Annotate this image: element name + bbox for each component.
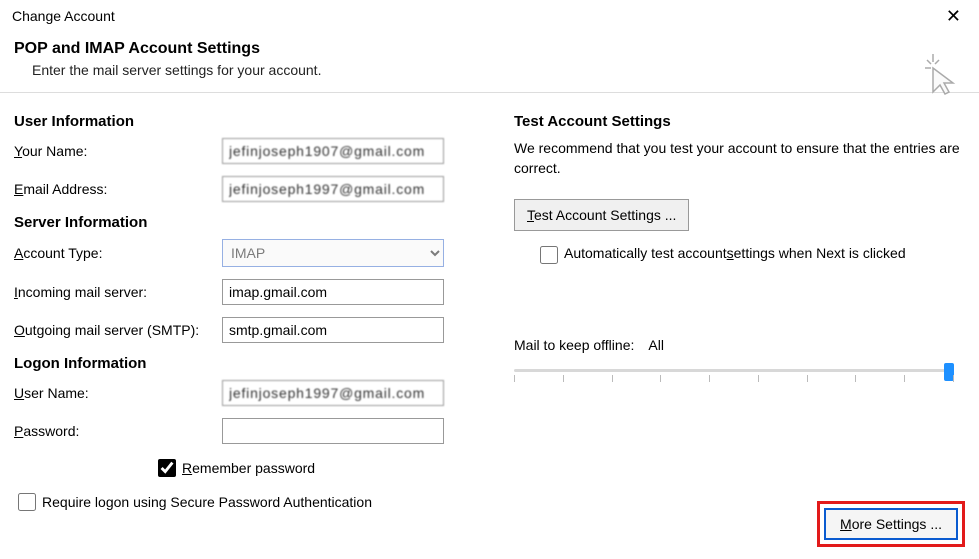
password-field[interactable] — [222, 418, 444, 444]
password-label: Password: — [14, 423, 222, 439]
mail-keep-offline-value: All — [648, 337, 664, 353]
require-spa-checkbox[interactable] — [18, 493, 36, 511]
outgoing-server-field[interactable] — [222, 317, 444, 343]
incoming-server-label: Incoming mail server: — [14, 284, 222, 300]
email-address-label: Email Address: — [14, 181, 222, 197]
server-info-heading: Server Information — [14, 214, 474, 231]
test-account-description: We recommend that you test your account … — [514, 138, 965, 179]
account-type-label: Account Type: — [14, 245, 222, 261]
auto-test-label: Automatically test account settings when… — [564, 245, 906, 261]
account-type-select[interactable]: IMAP — [222, 239, 444, 267]
auto-test-checkbox[interactable] — [540, 246, 558, 264]
email-address-field[interactable] — [222, 176, 444, 202]
more-settings-button[interactable]: More Settings ... — [824, 508, 958, 540]
incoming-server-field[interactable] — [222, 279, 444, 305]
user-name-label: User Name: — [14, 385, 222, 401]
remember-password-checkbox[interactable] — [158, 459, 176, 477]
user-name-field[interactable] — [222, 380, 444, 406]
page-title: POP and IMAP Account Settings — [14, 40, 965, 58]
test-account-settings-button[interactable]: Test Account Settings ... — [514, 199, 689, 231]
mail-keep-offline-label: Mail to keep offline: — [514, 337, 634, 353]
outgoing-server-label: Outgoing mail server (SMTP): — [14, 322, 222, 338]
your-name-label: Your Name: — [14, 143, 222, 159]
test-account-heading: Test Account Settings — [514, 113, 965, 130]
logon-info-heading: Logon Information — [14, 355, 474, 372]
window-title: Change Account — [8, 8, 115, 24]
page-subtitle: Enter the mail server settings for your … — [14, 62, 965, 78]
require-spa-label: Require logon using Secure Password Auth… — [42, 494, 372, 510]
cursor-click-icon — [923, 50, 961, 99]
remember-password-label: Remember password — [182, 460, 315, 476]
close-icon[interactable]: ✕ — [936, 2, 971, 31]
more-settings-highlight: More Settings ... — [817, 501, 965, 547]
mail-keep-offline-slider[interactable] — [514, 363, 954, 393]
user-info-heading: User Information — [14, 113, 474, 130]
your-name-field[interactable] — [222, 138, 444, 164]
